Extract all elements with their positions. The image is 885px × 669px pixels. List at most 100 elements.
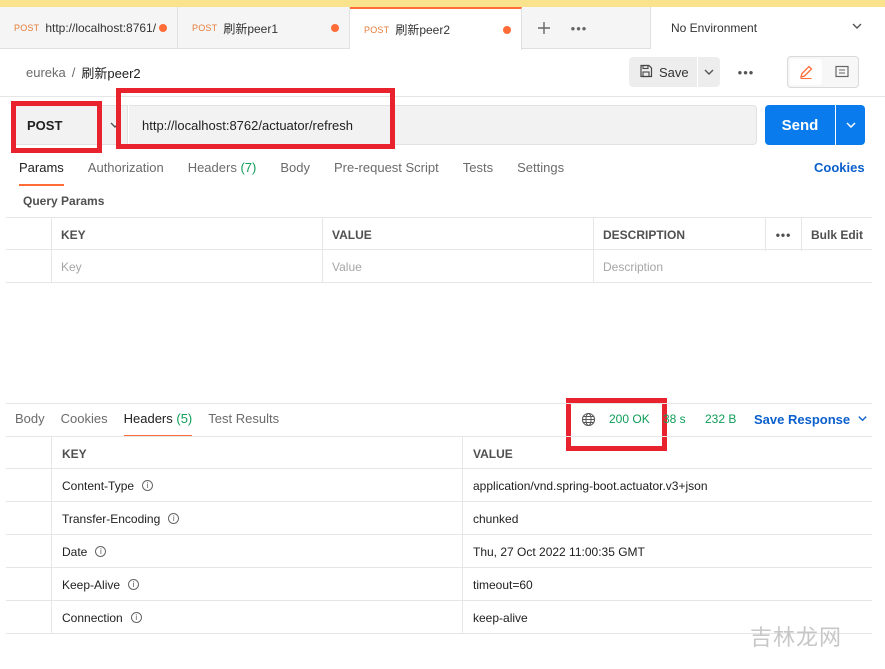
divider <box>6 403 872 404</box>
response-size[interactable]: 232 B <box>705 412 736 426</box>
tab-body[interactable]: Body <box>280 160 310 186</box>
param-value-input[interactable]: Value <box>322 250 593 283</box>
column-options-ellipsis-icon[interactable]: ••• <box>765 218 801 251</box>
response-tab-test-results[interactable]: Test Results <box>208 411 279 437</box>
tab-settings[interactable]: Settings <box>517 160 564 186</box>
header-key: Connection <box>62 610 123 625</box>
tab-count: (7) <box>240 160 257 175</box>
environment-selector[interactable]: No Environment <box>650 7 885 49</box>
table-header-row: KEY VALUE DESCRIPTION ••• Bulk Edit <box>6 217 872 251</box>
save-response-button[interactable]: Save Response <box>754 412 868 427</box>
chevron-down-icon <box>857 412 868 427</box>
row-gutter <box>6 535 51 568</box>
tab-tests[interactable]: Tests <box>463 160 493 186</box>
tab-label: Headers <box>187 160 237 175</box>
method-select[interactable]: POST <box>13 105 128 145</box>
request-tabs: Params Authorization Headers (7) Body Pr… <box>19 160 588 186</box>
view-mode-toggle <box>787 56 859 88</box>
url-input[interactable]: http://localhost:8762/actuator/refresh <box>129 105 757 145</box>
row-gutter <box>6 469 51 502</box>
row-gutter <box>6 601 51 634</box>
column-header-value: VALUE <box>322 218 593 251</box>
tab-authorization[interactable]: Authorization <box>88 160 164 186</box>
header-key: Date <box>62 544 88 559</box>
response-status[interactable]: 200 OK <box>609 412 650 426</box>
new-tab-plus-icon[interactable] <box>532 7 556 49</box>
save-options-chevron-icon[interactable] <box>698 57 720 87</box>
tab-label: Body <box>280 160 310 175</box>
tab-refresh-peer2[interactable]: POST 刷新peer2 <box>350 7 522 50</box>
tab-label: Headers <box>123 411 173 426</box>
response-headers-table: KEY VALUE Content-Type i application/vnd.… <box>6 436 872 634</box>
tab-pre-request-script[interactable]: Pre-request Script <box>334 160 439 186</box>
param-description-input[interactable]: Description <box>593 250 872 283</box>
header-key-cell: Connection i <box>51 601 462 634</box>
response-time[interactable]: 38 s <box>663 412 686 426</box>
response-tab-cookies[interactable]: Cookies <box>61 411 108 437</box>
watermark: 吉林龙网 <box>750 626 843 651</box>
header-key-cell: Content-Type i <box>51 469 462 502</box>
breadcrumb-request-name[interactable]: 刷新peer2 <box>81 63 140 82</box>
query-params-table: KEY VALUE DESCRIPTION ••• Bulk Edit Key … <box>6 217 872 283</box>
column-header-value: VALUE <box>462 437 872 470</box>
unsaved-dot-icon <box>159 24 167 32</box>
more-tabs-ellipsis-icon[interactable]: ••• <box>568 7 590 49</box>
tab-title: http://localhost:8761/ <box>45 21 157 35</box>
send-button[interactable]: Send <box>765 105 835 145</box>
tab-label: Authorization <box>87 160 164 175</box>
environment-label: No Environment <box>671 21 758 35</box>
tab-method-label: POST <box>14 23 40 33</box>
top-accent-bar <box>0 0 885 7</box>
tab-refresh-peer1[interactable]: POST 刷新peer1 <box>178 7 350 49</box>
row-gutter <box>6 437 51 470</box>
row-gutter <box>6 250 51 283</box>
more-actions-ellipsis-icon[interactable]: ••• <box>734 57 758 87</box>
chevron-down-icon <box>109 119 121 134</box>
save-button[interactable]: Save <box>629 57 697 87</box>
save-disk-icon <box>639 64 653 81</box>
info-icon[interactable]: i <box>128 579 140 590</box>
unsaved-dot-icon <box>503 26 511 34</box>
tab-label: Body <box>15 411 45 426</box>
response-tab-body[interactable]: Body <box>15 411 45 437</box>
tab-label: Settings <box>517 160 565 175</box>
tab-title: 刷新peer1 <box>223 21 279 36</box>
header-value: timeout=60 <box>462 568 872 601</box>
edit-pencil-icon[interactable] <box>790 59 822 85</box>
header-key: Transfer-Encoding <box>62 511 161 526</box>
cookies-link[interactable]: Cookies <box>814 160 865 175</box>
tab-method-label: POST <box>364 24 390 35</box>
tab-label: Test Results <box>208 411 280 426</box>
tab-label: Tests <box>462 160 494 175</box>
tab-label: Cookies <box>60 411 108 426</box>
column-header-key: KEY <box>51 218 322 251</box>
header-key: Keep-Alive <box>62 577 121 592</box>
row-gutter <box>6 502 51 535</box>
tab-count: (5) <box>176 411 193 426</box>
comments-icon[interactable] <box>826 59 858 85</box>
save-response-label: Save Response <box>754 412 851 427</box>
row-gutter <box>6 218 51 251</box>
info-icon[interactable]: i <box>130 612 142 623</box>
globe-icon[interactable] <box>581 412 596 430</box>
bulk-edit-button[interactable]: Bulk Edit <box>801 218 872 251</box>
table-row: Connection i keep-alive <box>6 601 872 634</box>
table-row: Date i Thu, 27 Oct 2022 11:00:35 GMT <box>6 535 872 568</box>
response-tab-headers[interactable]: Headers (5) <box>123 411 193 437</box>
param-key-input[interactable]: Key <box>51 250 322 283</box>
header-value: application/vnd.spring-boot.actuator.v3+… <box>462 469 872 502</box>
info-icon[interactable]: i <box>168 513 180 524</box>
tab-localhost-8761[interactable]: POST http://localhost:8761/ <box>0 7 178 49</box>
query-params-title: Query Params <box>23 194 105 208</box>
info-icon[interactable]: i <box>95 546 107 557</box>
send-options-chevron-icon[interactable] <box>836 105 865 145</box>
tab-params[interactable]: Params <box>19 160 64 186</box>
divider <box>0 96 885 97</box>
save-label: Save <box>659 64 689 80</box>
column-header-description: DESCRIPTION <box>593 218 765 251</box>
header-value: chunked <box>462 502 872 535</box>
table-row: Key Value Description <box>6 250 872 283</box>
tab-headers[interactable]: Headers (7) <box>188 160 257 186</box>
breadcrumb-collection[interactable]: eureka <box>26 65 66 80</box>
info-icon[interactable]: i <box>142 480 154 491</box>
